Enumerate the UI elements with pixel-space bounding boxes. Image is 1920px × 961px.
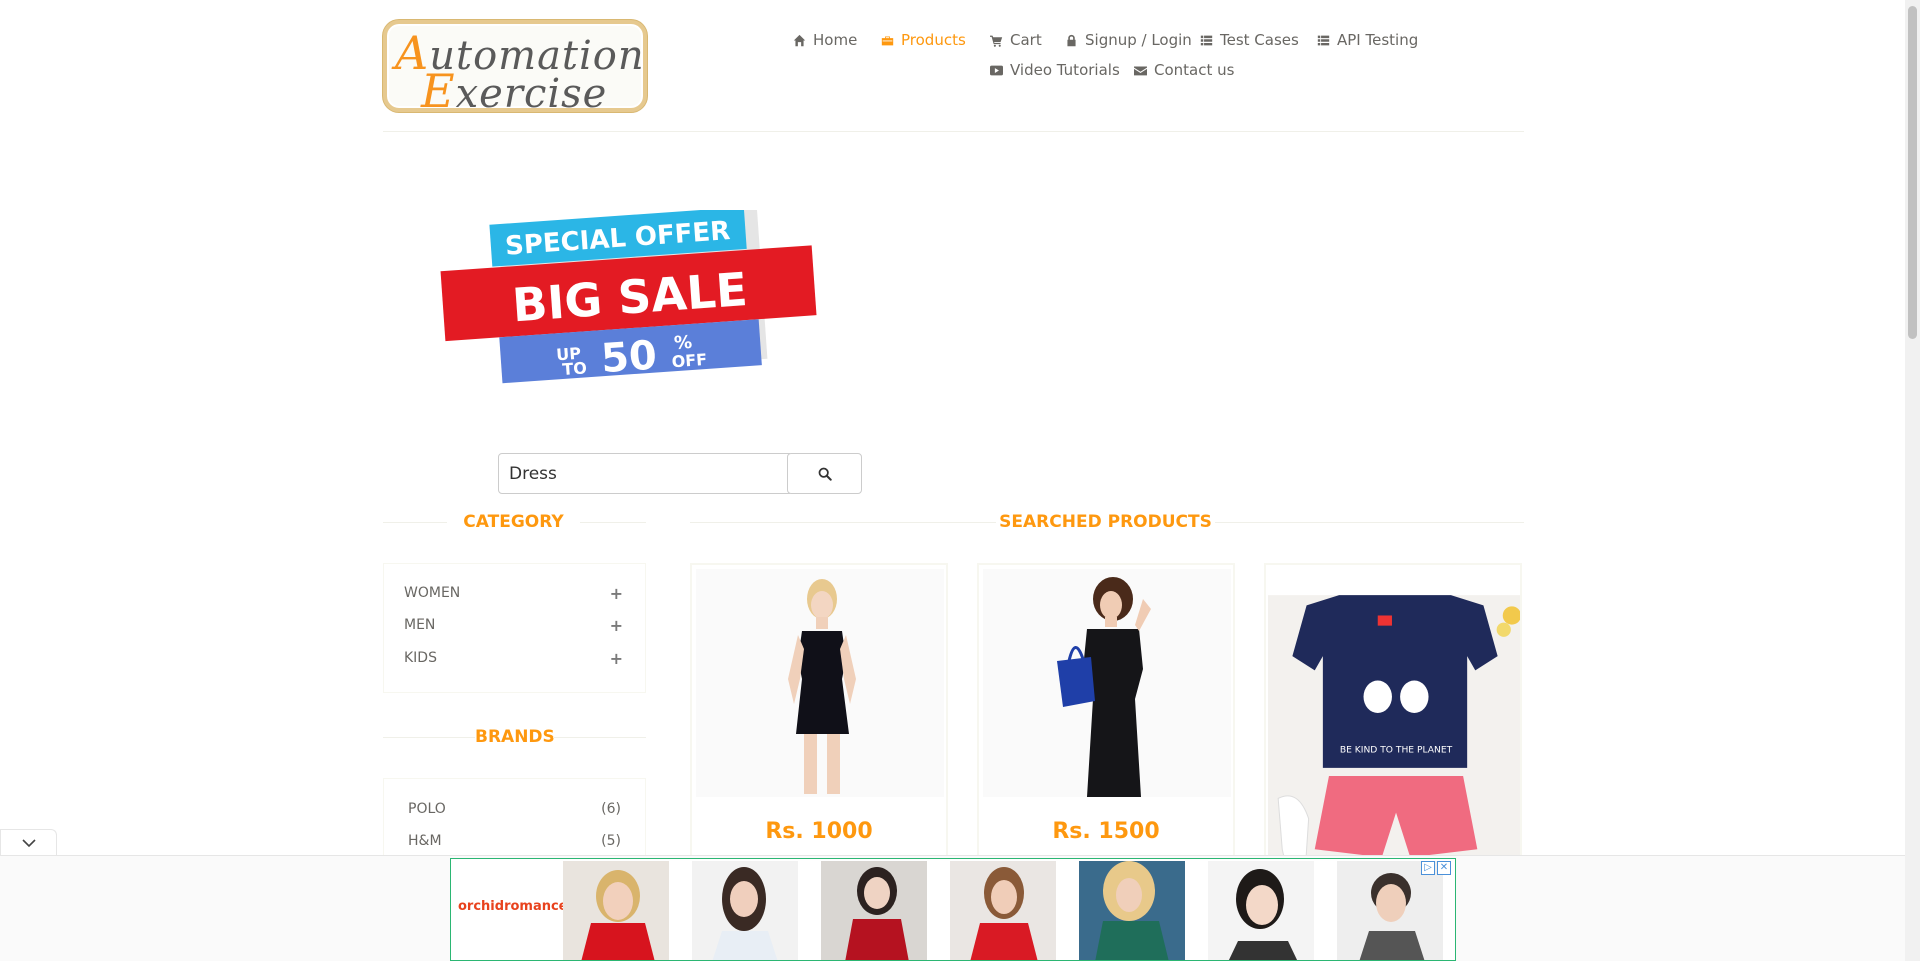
nav-test-cases[interactable]: Test Cases <box>1200 31 1299 49</box>
category-kids[interactable]: KIDS + <box>404 648 623 668</box>
nav-home-label: Home <box>813 31 858 49</box>
product-card[interactable]: Rs. 1500 <box>977 563 1235 863</box>
chevron-down-icon <box>21 838 36 847</box>
brands-title-line-right <box>553 737 646 738</box>
product-card[interactable]: BE KIND TO THE PLANET <box>1264 563 1522 863</box>
category-women-label: WOMEN <box>404 585 461 601</box>
brands-title-line-left <box>383 737 475 738</box>
plus-icon[interactable]: + <box>610 616 623 635</box>
ad-collapse-toggle[interactable] <box>0 829 57 855</box>
nav-signup-login[interactable]: Signup / Login <box>1065 31 1192 49</box>
nav-video-label: Video Tutorials <box>1010 61 1120 79</box>
header-divider <box>383 131 1524 132</box>
scrollbar-thumb[interactable] <box>1908 6 1917 339</box>
product-image[interactable]: BE KIND TO THE PLANET <box>1268 567 1520 855</box>
category-men-label: MEN <box>404 617 436 633</box>
nav-api-testing-label: API Testing <box>1337 31 1419 49</box>
banner-to: TO <box>562 358 588 379</box>
lock-icon <box>1067 34 1076 46</box>
advertisement[interactable]: orchidromance ▷ ✕ <box>450 858 1456 961</box>
nav-signup-label: Signup / Login <box>1085 31 1192 49</box>
ad-badge: ▷ ✕ <box>1421 861 1451 875</box>
nav-api-testing[interactable]: API Testing <box>1317 31 1418 49</box>
logo-letter-e: E <box>421 64 456 112</box>
nav-test-cases-label: Test Cases <box>1220 31 1299 49</box>
brand-hm-label: H&M <box>408 833 442 849</box>
brand-hm[interactable]: H&M (5) <box>408 831 621 851</box>
category-title: CATEGORY <box>463 512 564 532</box>
cart-icon <box>990 35 1003 47</box>
nav-contact-us[interactable]: Contact us <box>1134 61 1234 79</box>
plus-icon[interactable]: + <box>610 584 623 603</box>
youtube-play-icon <box>990 65 1003 75</box>
site-logo[interactable]: Automation Exercise <box>383 20 647 112</box>
category-title-line-left <box>383 522 447 523</box>
product-price: Rs. 1500 <box>1052 819 1160 844</box>
home-icon <box>793 34 806 46</box>
nav-video-tutorials[interactable]: Video Tutorials <box>990 61 1120 79</box>
ad-thumbnail[interactable] <box>563 861 669 960</box>
brand-polo[interactable]: POLO (6) <box>408 799 621 819</box>
adchoices-icon[interactable]: ▷ <box>1421 861 1435 875</box>
briefcase-icon <box>881 35 894 45</box>
plus-icon[interactable]: + <box>610 649 623 668</box>
searched-products-title: SEARCHED PRODUCTS <box>999 512 1212 532</box>
sale-banner: SPECIAL OFFER BIG SALE UP TO 50 % OFF <box>440 210 817 384</box>
brand-polo-label: POLO <box>408 801 446 817</box>
list-icon <box>1317 35 1330 45</box>
page-scrollbar[interactable] <box>1905 0 1920 961</box>
product-price: Rs. 1000 <box>765 819 873 844</box>
ad-thumbnail[interactable] <box>821 861 927 960</box>
category-men[interactable]: MEN + <box>404 615 623 635</box>
list-icon <box>1200 35 1213 45</box>
products-title-line-left <box>690 522 996 523</box>
close-icon[interactable]: ✕ <box>1437 861 1451 875</box>
category-title-line-right <box>580 522 646 523</box>
nav-products-label: Products <box>901 31 966 49</box>
search-input[interactable] <box>498 453 790 494</box>
ad-thumbnail[interactable] <box>692 861 798 960</box>
logo-text-line2: xercise <box>455 71 608 112</box>
brand-hm-count: (5) <box>601 833 621 849</box>
products-title-line-right <box>1215 522 1524 523</box>
banner-percent-value: 50 <box>600 332 659 382</box>
nav-contact-label: Contact us <box>1154 61 1235 79</box>
brands-panel: POLO (6) H&M (5) <box>383 778 646 858</box>
ad-brand-label: orchidromance <box>458 899 568 914</box>
svg-text:BE KIND TO THE PLANET: BE KIND TO THE PLANET <box>1340 746 1453 756</box>
ad-thumbnail[interactable] <box>1208 861 1314 960</box>
envelope-icon <box>1134 65 1147 75</box>
nav-cart-label: Cart <box>1010 31 1042 49</box>
nav-cart[interactable]: Cart <box>990 31 1042 49</box>
category-kids-label: KIDS <box>404 650 437 666</box>
category-women[interactable]: WOMEN + <box>404 583 623 603</box>
product-card[interactable]: Rs. 1000 <box>690 563 948 863</box>
product-image[interactable] <box>983 569 1231 797</box>
banner-off: OFF <box>671 350 708 371</box>
product-image[interactable] <box>696 569 944 797</box>
search-button[interactable] <box>787 453 862 494</box>
ad-thumbnail[interactable] <box>950 861 1056 960</box>
ad-thumbnail[interactable] <box>1079 861 1185 960</box>
nav-home[interactable]: Home <box>793 31 857 49</box>
category-panel: WOMEN + MEN + KIDS + <box>383 563 646 693</box>
nav-products[interactable]: Products <box>881 31 966 49</box>
search-icon <box>818 467 832 481</box>
ad-thumbnail[interactable] <box>1337 861 1443 960</box>
brands-title: BRANDS <box>475 727 555 747</box>
brand-polo-count: (6) <box>601 801 621 817</box>
